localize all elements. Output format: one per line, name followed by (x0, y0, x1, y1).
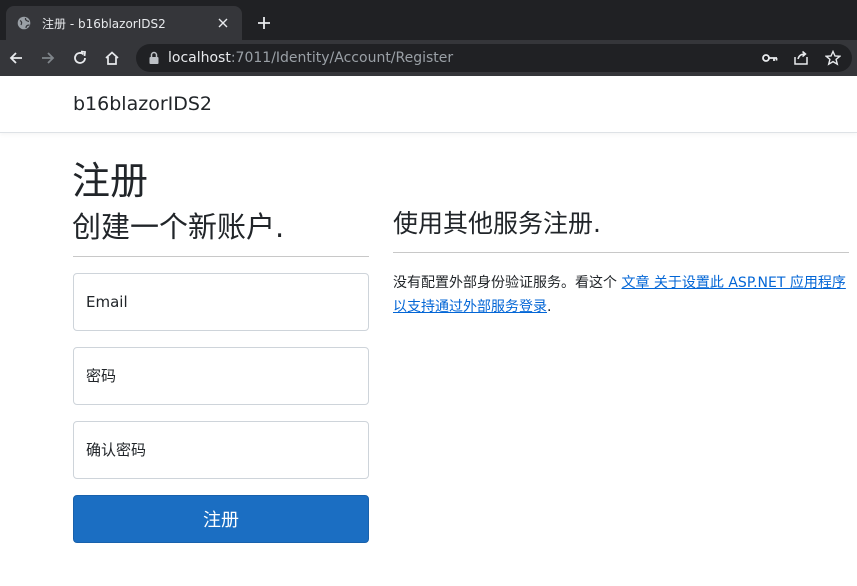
home-icon (105, 51, 119, 65)
arrow-left-icon (9, 52, 22, 64)
register-button[interactable]: 注册 (73, 495, 369, 543)
arrow-right-icon (42, 52, 55, 64)
external-login-message: 没有配置外部身份验证服务。看这个 文章 关于设置此 ASP.NET 应用程序以支… (393, 275, 846, 315)
back-button[interactable] (4, 46, 28, 70)
confirm-password-field[interactable] (73, 421, 369, 479)
divider (73, 256, 369, 257)
address-bar[interactable]: localhost:7011/Identity/Account/Register (136, 44, 852, 72)
bookmark-star-icon[interactable] (824, 49, 842, 67)
browser-tab-active[interactable]: 注册 - b16blazorIDS2 (6, 6, 242, 40)
browser-tabstrip: 注册 - b16blazorIDS2 (0, 0, 857, 40)
home-button[interactable] (100, 46, 124, 70)
new-tab-button[interactable] (252, 11, 276, 35)
lock-icon[interactable] (146, 50, 162, 66)
site-navbar: b16blazorIDS2 (0, 76, 857, 133)
brand-link[interactable]: b16blazorIDS2 (73, 93, 212, 115)
globe-icon (16, 15, 32, 31)
password-field[interactable] (73, 347, 369, 405)
external-login-heading: 使用其他服务注册. (393, 209, 601, 238)
reload-button[interactable] (68, 46, 92, 70)
share-icon[interactable] (792, 49, 810, 67)
plus-icon (258, 17, 270, 29)
browser-toolbar: localhost:7011/Identity/Account/Register (0, 40, 857, 76)
register-heading: 创建一个新账户. (72, 210, 285, 244)
close-icon[interactable] (214, 14, 232, 32)
reload-icon (74, 50, 87, 64)
forward-button[interactable] (36, 46, 60, 70)
url-text[interactable]: localhost:7011/Identity/Account/Register (168, 50, 453, 66)
divider (393, 252, 849, 253)
email-field[interactable] (73, 273, 369, 331)
key-icon[interactable] (761, 49, 779, 67)
tab-title: 注册 - b16blazorIDS2 (42, 16, 166, 31)
page-title: 注册 (72, 159, 149, 203)
